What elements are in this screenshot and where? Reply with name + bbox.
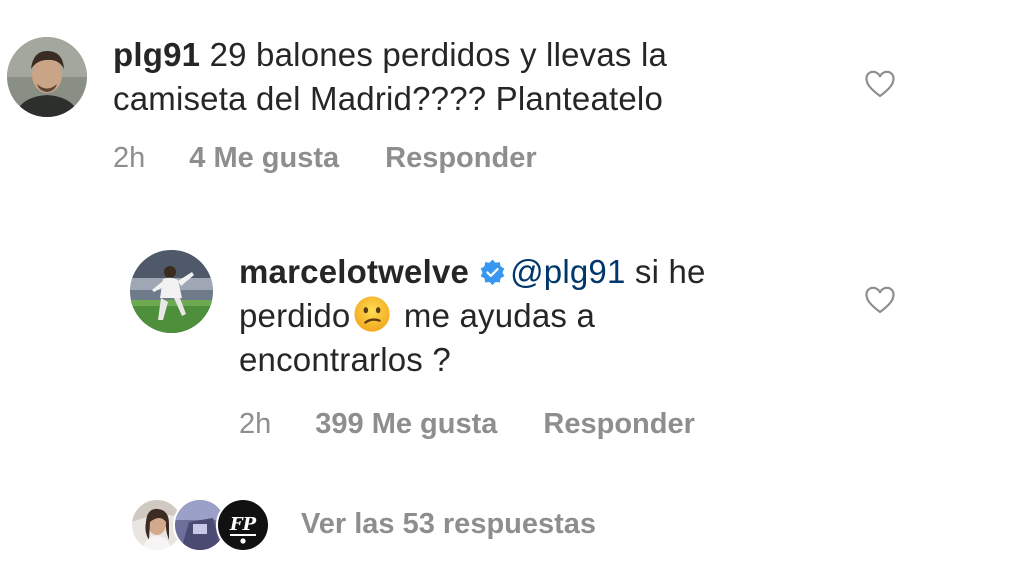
reply-likes[interactable]: 399 Me gusta	[315, 408, 497, 441]
replier-logo-text: FP	[229, 514, 257, 535]
comments-thread: plg91 29 balones perdidos y llevas la ca…	[0, 0, 1024, 576]
comment-username[interactable]: plg91	[113, 36, 200, 73]
commenter-avatar[interactable]	[7, 37, 87, 117]
comment-time: 2h	[113, 142, 146, 174]
comment-body: plg91 29 balones perdidos y llevas la ca…	[113, 33, 833, 121]
comment-like-button[interactable]	[864, 69, 896, 99]
view-replies-link[interactable]: Ver las 53 respuestas	[301, 508, 596, 541]
player-avatar-icon	[130, 250, 213, 333]
reply-text-line-2b: me ayudas a	[403, 297, 596, 334]
reply-body: marcelotwelve @plg91 si he perdido me ay…	[239, 250, 839, 382]
reply-reply-button[interactable]: Responder	[543, 408, 694, 441]
comment-text-line-2: camiseta del Madrid???? Planteatelo	[113, 80, 664, 117]
comment-text-line-1: 29 balones perdidos y llevas la	[209, 36, 668, 73]
verified-badge-icon	[479, 259, 506, 286]
comment-meta: 2h 4 Me gusta Responder	[113, 142, 537, 175]
replier-avatar-3-icon: FP	[216, 498, 270, 552]
reply-line-2: perdido me ayudas a	[239, 294, 839, 338]
reply-line-1: marcelotwelve @plg91 si he	[239, 250, 839, 294]
heart-outline-icon	[865, 286, 895, 314]
comment-likes[interactable]: 4 Me gusta	[189, 142, 339, 175]
heart-outline-icon	[865, 70, 895, 98]
reply-meta: 2h 399 Me gusta Responder	[239, 408, 695, 441]
comment-line-1: plg91 29 balones perdidos y llevas la	[113, 33, 833, 77]
reply-like-button[interactable]	[864, 285, 896, 315]
reply-username[interactable]: marcelotwelve	[239, 253, 469, 290]
reply-avatar[interactable]	[130, 250, 213, 333]
reply-mention-link[interactable]: @plg91	[510, 253, 625, 290]
comment-reply-button[interactable]: Responder	[385, 142, 536, 175]
reply-text-line-2a: perdido	[239, 297, 351, 334]
reply-time: 2h	[239, 408, 272, 440]
user-avatar-icon	[7, 37, 87, 117]
reply-text-line-1: si he	[634, 253, 706, 290]
reply-text-line-3: encontrarlos ?	[239, 341, 451, 378]
replier-avatars[interactable]: FP	[130, 498, 270, 552]
confused-face-emoji-icon	[353, 295, 391, 333]
